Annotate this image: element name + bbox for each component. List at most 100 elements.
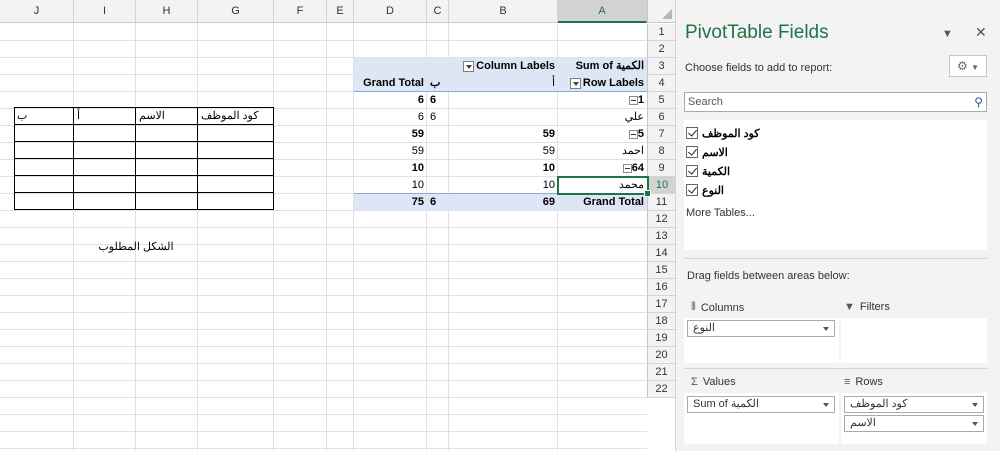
row-header-3[interactable]: 3 (647, 58, 675, 75)
row-header-20[interactable]: 20 (647, 347, 675, 364)
pivot-total-cell[interactable]: 59 (354, 126, 427, 143)
row-header-14[interactable]: 14 (647, 245, 675, 262)
rows-field-chip[interactable]: كود الموظف (844, 396, 984, 413)
column-header-H[interactable]: H (136, 0, 198, 23)
checkbox-checked[interactable] (686, 146, 698, 158)
row-header-10[interactable]: 10 (647, 177, 675, 194)
worksheet-grid[interactable]: J I H G F E D C B A 1 2 3 4 5 6 7 8 9 10… (0, 0, 675, 451)
row-header-18[interactable]: 18 (647, 313, 675, 330)
field-item[interactable]: الاسم (686, 144, 728, 160)
row-header-8[interactable]: 8 (647, 143, 675, 160)
row-header-5[interactable]: 5 (647, 92, 675, 109)
collapse-icon[interactable] (622, 163, 632, 173)
close-icon[interactable]: ✕ (975, 24, 987, 41)
pivot-total-cell[interactable]: 10 (354, 160, 427, 177)
pivot-row-label[interactable]: علي (558, 109, 647, 126)
checkbox-checked[interactable] (686, 165, 698, 177)
pivot-grand-total-a[interactable]: 69 (449, 194, 558, 211)
column-header-E[interactable]: E (327, 0, 354, 23)
pivot-sum-label[interactable]: Sum of الكمية (558, 58, 647, 75)
checkbox-checked[interactable] (686, 184, 698, 196)
pane-title: PivotTable Fields (685, 22, 829, 43)
more-tables-link[interactable]: More Tables... (686, 207, 755, 219)
column-header-I[interactable]: I (74, 0, 136, 23)
field-item[interactable]: الكمية (686, 163, 730, 179)
values-area-header: Σ Values (691, 376, 736, 388)
collapse-icon[interactable] (628, 129, 638, 139)
row-header-1[interactable]: 1 (647, 24, 675, 41)
row-header-17[interactable]: 17 (647, 296, 675, 313)
row-header-21[interactable]: 21 (647, 364, 675, 381)
pivot-grand-total-header[interactable]: Grand Total (354, 75, 427, 92)
pivot-row-label[interactable]: 1 (558, 92, 647, 109)
field-item[interactable]: النوع (686, 182, 724, 198)
target-header-name[interactable]: الاسم (136, 108, 198, 125)
pivot-total-cell[interactable]: 6 (354, 92, 427, 109)
pivot-value-cell[interactable]: 59 (449, 143, 558, 160)
pivot-value-cell[interactable]: 6 (427, 109, 449, 126)
row-header-12[interactable]: 12 (647, 211, 675, 228)
target-header-a[interactable]: أ (74, 108, 136, 125)
checkbox-checked[interactable] (686, 127, 698, 139)
row-header-16[interactable]: 16 (647, 279, 675, 296)
values-field-chip[interactable]: Sum of الكمية (687, 396, 835, 413)
column-header-F[interactable]: F (274, 0, 327, 23)
row-header-15[interactable]: 15 (647, 262, 675, 279)
filter-icon: ▼ (844, 301, 855, 313)
pivot-total-cell[interactable]: 59 (354, 143, 427, 160)
target-header-employee-code[interactable]: كود الموظف (198, 108, 274, 125)
filters-drop-area[interactable] (841, 318, 987, 363)
pivot-column-labels-cell[interactable]: Column Labels (449, 58, 558, 75)
pivot-row-label[interactable]: احمد (558, 143, 647, 160)
target-header-b[interactable]: ب (14, 108, 74, 125)
pane-options-dropdown-icon[interactable]: ▼ (942, 28, 953, 40)
row-labels-filter-button[interactable] (569, 77, 581, 89)
column-header-B[interactable]: B (449, 0, 558, 23)
search-icon[interactable]: ⚲ (974, 95, 983, 109)
field-search-box[interactable]: ⚲ (684, 92, 987, 112)
column-header-C[interactable]: C (427, 0, 449, 23)
pivot-value-cell[interactable]: 59 (449, 126, 558, 143)
active-cell-selection[interactable] (557, 176, 651, 197)
row-header-6[interactable]: 6 (647, 109, 675, 126)
row-header-13[interactable]: 13 (647, 228, 675, 245)
pivot-value-cell[interactable]: 10 (449, 177, 558, 194)
column-header-A[interactable]: A (558, 0, 647, 23)
row-header-11[interactable]: 11 (647, 194, 675, 211)
column-labels-filter-button[interactable] (463, 60, 475, 72)
pivot-col-b-header[interactable]: ب (427, 75, 449, 92)
row-header-22[interactable]: 22 (647, 381, 675, 398)
pivot-grand-total-row-label[interactable]: Grand Total (558, 194, 647, 211)
row-header-9[interactable]: 9 (647, 160, 675, 177)
filters-area-header: ▼ Filters (844, 301, 890, 313)
choose-fields-text: Choose fields to add to report: (685, 62, 833, 74)
pivot-total-cell[interactable]: 6 (354, 109, 427, 126)
pivot-col-a-header[interactable]: أ (449, 75, 558, 92)
field-search-input[interactable] (685, 93, 955, 111)
pivot-grand-total-all[interactable]: 75 (354, 194, 427, 211)
pivot-row-labels-cell[interactable]: Row Labels (558, 75, 647, 92)
row-header-19[interactable]: 19 (647, 330, 675, 347)
pivot-value-cell[interactable]: 6 (427, 92, 449, 109)
select-all-corner[interactable] (647, 0, 675, 23)
pivot-grand-total-b[interactable]: 6 (427, 194, 449, 211)
row-header-4[interactable]: 4 (647, 75, 675, 92)
columns-field-chip[interactable]: النوع (687, 320, 835, 337)
pivot-total-cell[interactable]: 10 (354, 177, 427, 194)
row-header-2[interactable]: 2 (647, 41, 675, 58)
rows-field-chip[interactable]: الاسم (844, 415, 984, 432)
pane-divider (684, 368, 987, 369)
column-header-D[interactable]: D (354, 0, 427, 23)
pivot-value-cell[interactable]: 10 (449, 160, 558, 177)
field-label: الاسم (702, 146, 728, 159)
pivot-row-label[interactable]: 5 (558, 126, 647, 143)
chevron-down-icon: ▼ (971, 63, 980, 72)
pivot-row-label[interactable]: 64 (558, 160, 647, 177)
field-item[interactable]: كود الموظف (686, 125, 759, 141)
collapse-icon[interactable] (628, 95, 638, 105)
field-list-settings-button[interactable]: ⚙ ▼ (949, 55, 987, 77)
column-header-G[interactable]: G (198, 0, 274, 23)
column-header-J[interactable]: J (0, 0, 74, 23)
row-header-7[interactable]: 7 (647, 126, 675, 143)
target-caption[interactable]: الشكل المطلوب (74, 239, 198, 256)
